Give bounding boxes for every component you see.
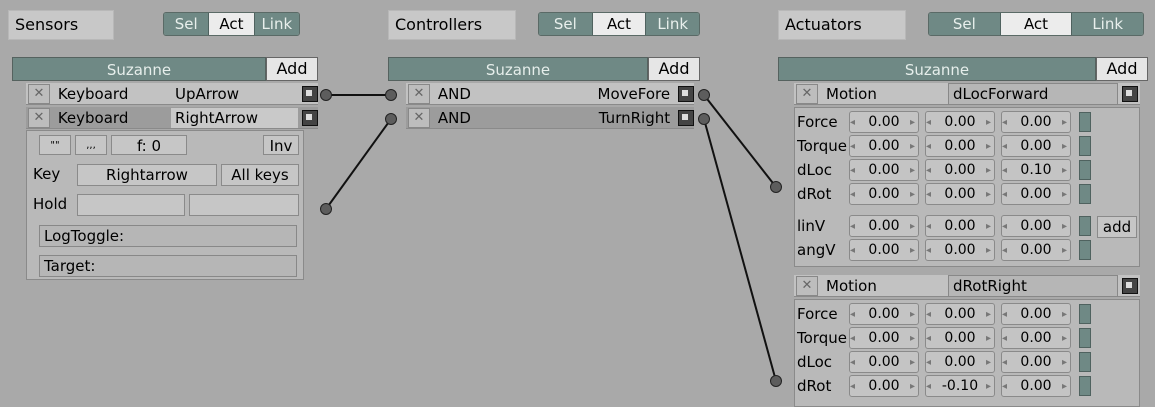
sensor-0-output-socket[interactable] bbox=[320, 89, 332, 101]
actuator-1-input-socket[interactable] bbox=[770, 375, 782, 387]
wire-sensor1-controller1 bbox=[325, 118, 392, 210]
actuator-0-input-socket[interactable] bbox=[770, 181, 782, 193]
logic-wires bbox=[325, 94, 777, 382]
wire-controller0-actuator0 bbox=[703, 94, 777, 188]
sensor-1-output-socket[interactable] bbox=[320, 203, 332, 215]
controller-1-output-socket[interactable] bbox=[698, 113, 710, 125]
controller-0-input-socket[interactable] bbox=[385, 89, 397, 101]
controller-1-input-socket[interactable] bbox=[385, 113, 397, 125]
controller-0-output-socket[interactable] bbox=[698, 89, 710, 101]
wire-controller1-actuator1 bbox=[703, 118, 777, 382]
